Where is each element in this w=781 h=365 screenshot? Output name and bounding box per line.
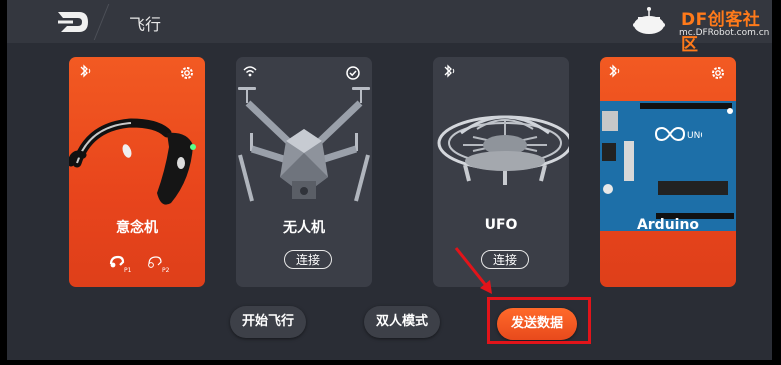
card-drone[interactable]: 无人机 连接 (236, 57, 372, 287)
highlight-box (487, 297, 591, 344)
p1-label: P1 (124, 267, 132, 273)
card-label: 无人机 (283, 220, 325, 236)
back-logo-icon[interactable] (55, 8, 91, 36)
gear-icon[interactable] (710, 65, 726, 81)
bluetooth-icon (80, 64, 91, 78)
arduino-infinity-icon: UNO (654, 126, 702, 142)
annotation-arrow-icon (454, 247, 492, 294)
ufo-image (437, 115, 569, 185)
card-mind-device[interactable]: 意念机 P1 P2 (69, 57, 205, 287)
drone-image (238, 87, 370, 202)
check-circle-icon (346, 66, 360, 80)
headband-image (69, 118, 196, 205)
start-flight-button[interactable]: 开始飞行 (230, 306, 306, 338)
connect-button[interactable]: 连接 (284, 250, 332, 269)
app-window: 飞行 DF创客社区 mc.DFRobot.com.cn 意念机 P1 P2 无人… (7, 0, 772, 360)
bluetooth-icon (609, 64, 620, 78)
bluetooth-icon (444, 64, 455, 78)
header-divider (93, 4, 110, 40)
svg-text:UNO: UNO (687, 131, 702, 141)
brand-url: mc.DFRobot.com.cn (679, 28, 770, 38)
top-bar: 飞行 DF创客社区 mc.DFRobot.com.cn (7, 0, 772, 55)
p2-label: P2 (162, 267, 170, 273)
card-label: UFO (484, 217, 518, 233)
card-label: 意念机 (116, 220, 158, 236)
page-title: 飞行 (129, 15, 162, 34)
wifi-icon (243, 66, 257, 77)
headband-p1-icon[interactable]: P1 (107, 253, 133, 273)
gear-icon[interactable] (179, 65, 195, 81)
arduino-board-image (600, 101, 736, 231)
card-arduino[interactable]: UNO Arduino (600, 57, 736, 287)
two-player-mode-button[interactable]: 双人模式 (364, 306, 440, 338)
headband-p2-icon[interactable]: P2 (145, 253, 171, 273)
card-label: Arduino (636, 217, 700, 233)
